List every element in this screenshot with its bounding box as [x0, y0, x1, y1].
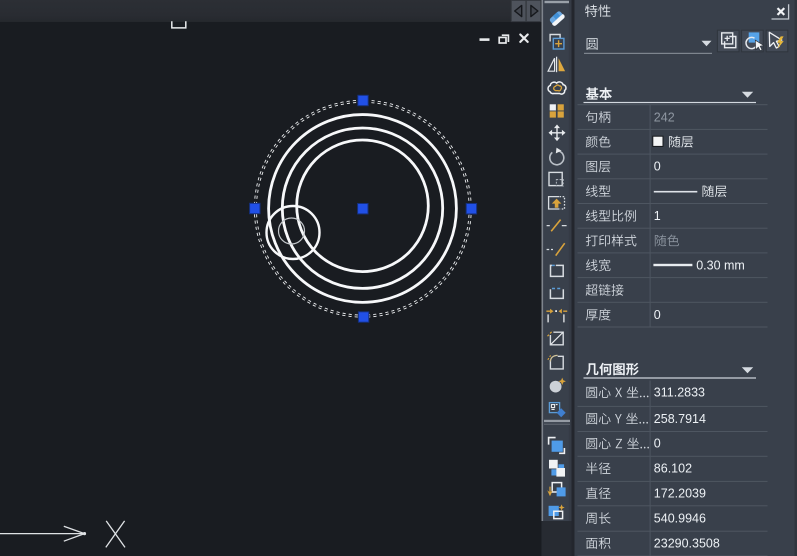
svg-text:0: 0 — [654, 437, 661, 451]
svg-text:0: 0 — [654, 160, 661, 174]
svg-text:258.7914: 258.7914 — [654, 412, 706, 426]
svg-text:242: 242 — [654, 110, 675, 124]
svg-text:0: 0 — [654, 308, 661, 322]
svg-text:540.9946: 540.9946 — [654, 511, 706, 525]
svg-text:0.30 mm: 0.30 mm — [696, 258, 745, 272]
svg-text:1: 1 — [654, 209, 661, 223]
svg-text:311.2833: 311.2833 — [654, 386, 705, 400]
svg-text:172.2039: 172.2039 — [654, 487, 706, 501]
svg-text:86.102: 86.102 — [654, 462, 692, 476]
svg-text:23290.3508: 23290.3508 — [654, 536, 720, 550]
